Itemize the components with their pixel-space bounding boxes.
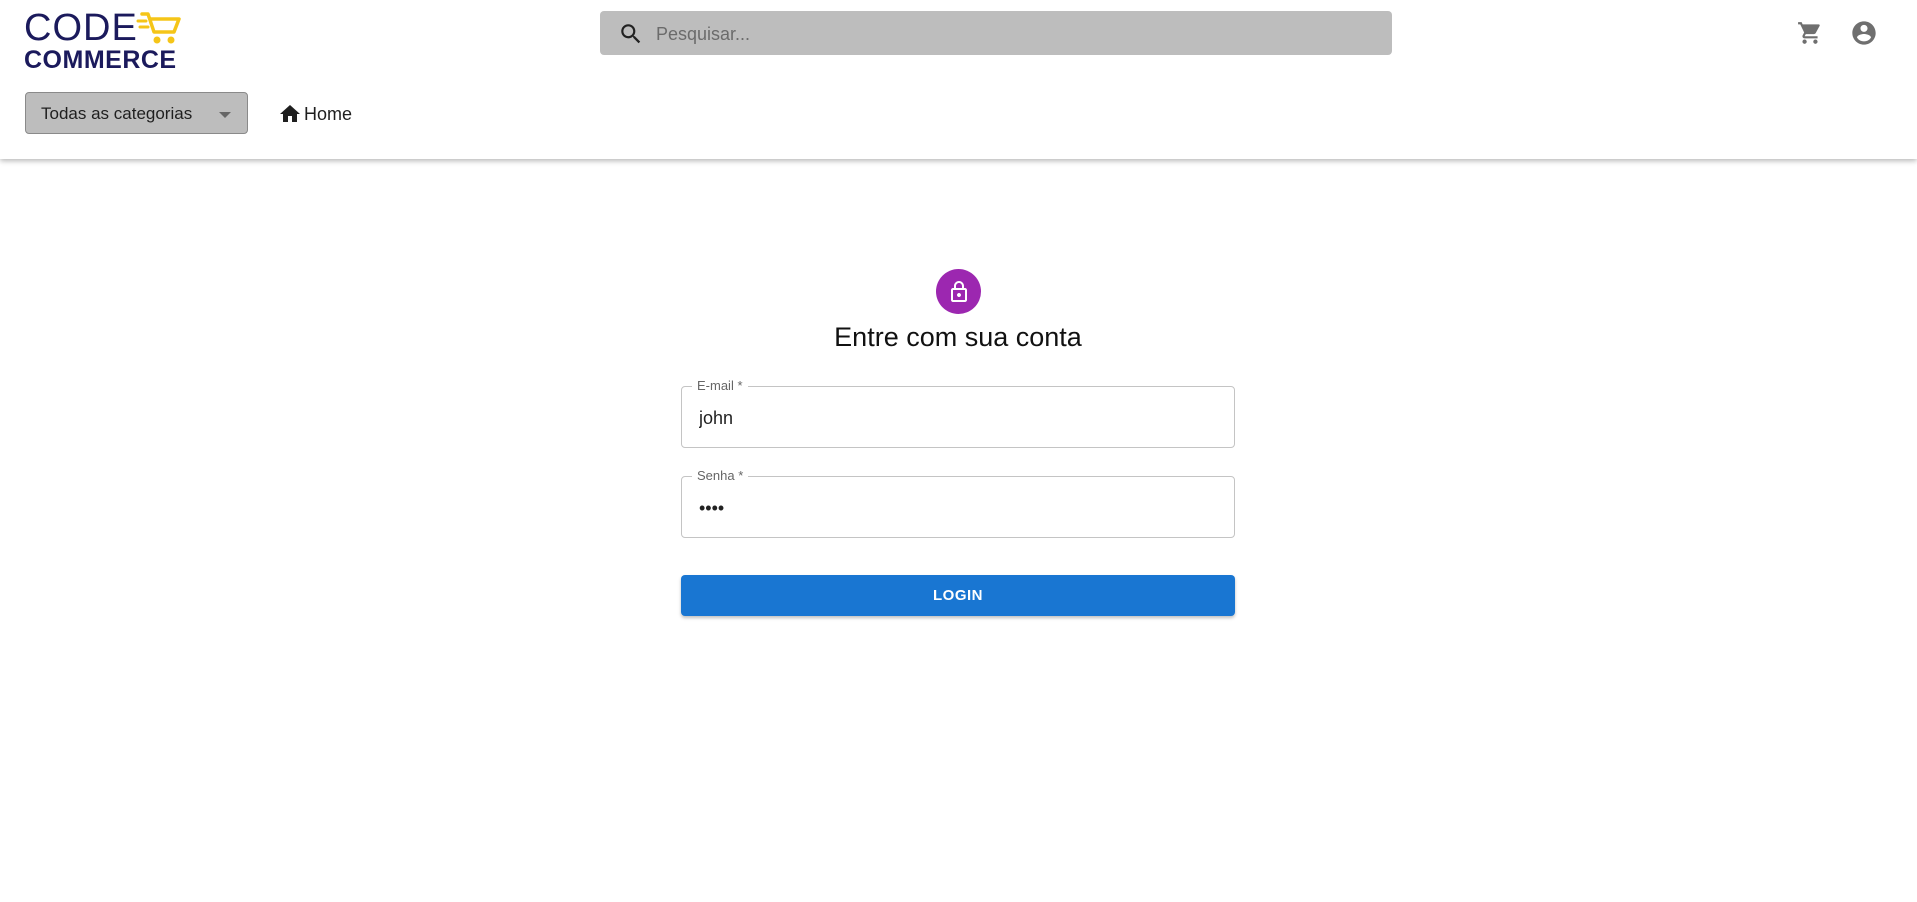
account-button[interactable]: [1849, 18, 1879, 48]
home-icon: [280, 105, 300, 122]
lock-avatar: [936, 269, 981, 314]
login-title: Entre com sua conta: [834, 322, 1082, 352]
logo-text-code: CODE: [24, 7, 138, 49]
login-button[interactable]: LOGIN: [681, 575, 1235, 616]
app-header: CODE COMMERCE Todas as categorias: [0, 0, 1917, 159]
shopping-cart-icon: [1798, 22, 1820, 44]
email-input[interactable]: [697, 387, 1221, 449]
password-field: Senha *: [681, 468, 1235, 539]
search-input[interactable]: [654, 11, 1378, 57]
category-select-value: Todas as categorias: [41, 104, 193, 123]
logo-cart-icon: [136, 12, 181, 44]
search-icon[interactable]: [618, 21, 644, 47]
account-circle-icon: [1852, 21, 1876, 45]
password-input[interactable]: [697, 477, 1221, 539]
home-link-label: Home: [304, 103, 353, 124]
arrow-drop-down-icon: [219, 112, 231, 118]
search-bar: [600, 11, 1392, 57]
lock-icon: [950, 280, 967, 302]
logo-text-commerce: COMMERCE: [24, 46, 177, 74]
category-select[interactable]: Todas as categorias: [25, 92, 248, 134]
cart-button[interactable]: [1795, 18, 1825, 48]
email-field: E-mail *: [681, 378, 1235, 449]
home-link[interactable]: Home: [278, 102, 352, 126]
code-commerce-logo[interactable]: CODE COMMERCE: [24, 8, 189, 74]
